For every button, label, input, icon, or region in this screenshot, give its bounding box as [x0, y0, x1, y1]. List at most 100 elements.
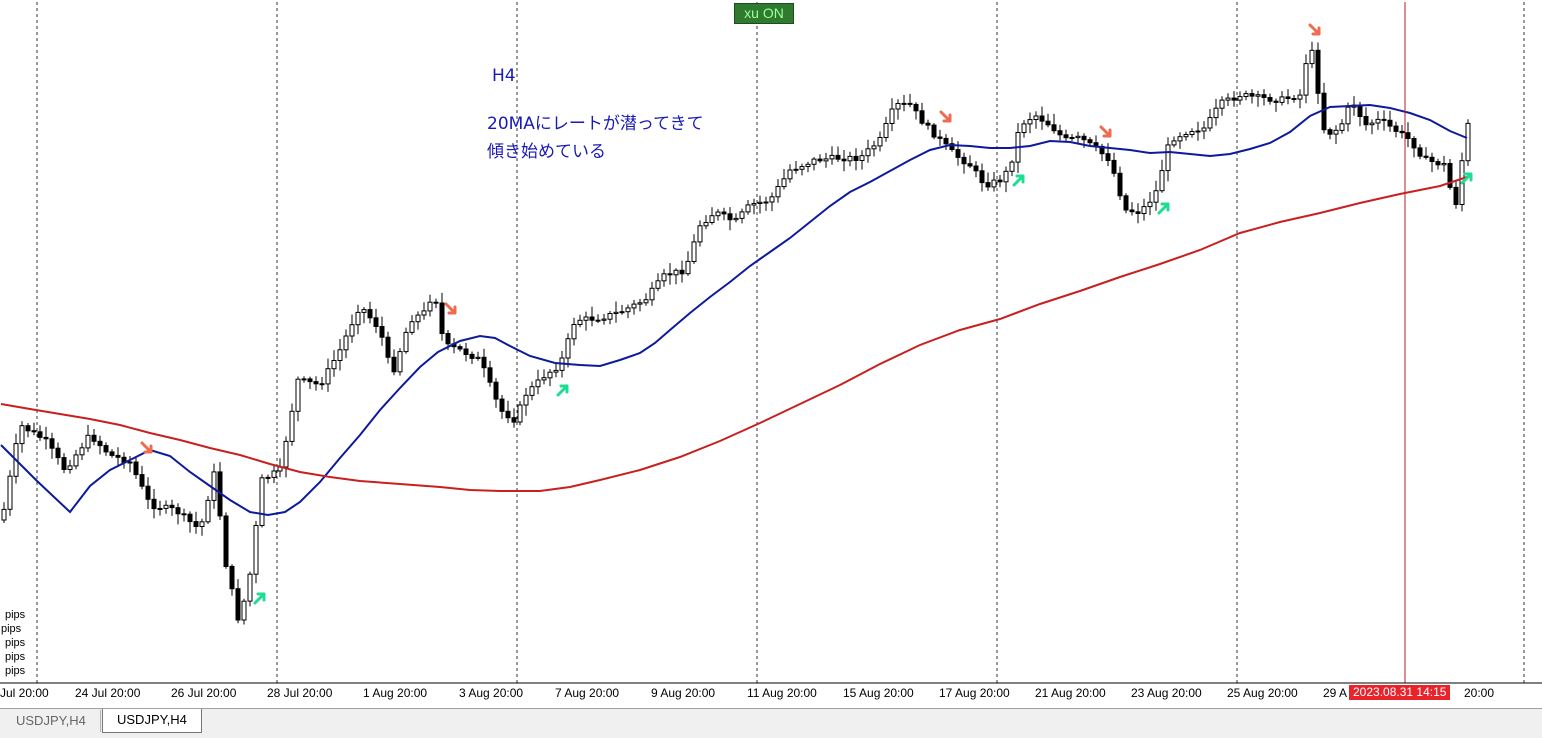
candle	[1297, 89, 1303, 109]
chart-canvas[interactable]	[0, 0, 1542, 708]
candle	[1309, 41, 1315, 69]
candle	[331, 350, 337, 377]
candle	[1231, 91, 1237, 107]
candle-body	[31, 430, 37, 433]
candle-body	[1405, 132, 1411, 139]
xu-status-badge[interactable]: xu ON	[734, 3, 794, 24]
candle-body	[1177, 136, 1183, 142]
candle	[1, 502, 7, 523]
candle-body	[85, 434, 91, 449]
candle-body	[37, 431, 43, 438]
ma-long-line	[0, 176, 1468, 492]
candle	[793, 161, 799, 174]
price-chart[interactable]: xu ON H4 20MAにレートが潜ってきて 傾き始めている pips pip…	[0, 0, 1542, 708]
candle-body	[913, 103, 919, 112]
candle	[1219, 96, 1225, 116]
candle	[997, 175, 1003, 188]
candle	[367, 301, 373, 324]
candle-body	[607, 313, 613, 320]
candle-body	[1045, 120, 1051, 126]
candle-body	[1081, 135, 1087, 141]
candle-body	[1285, 96, 1291, 100]
candle-body	[295, 378, 301, 412]
candle	[847, 151, 853, 167]
candle	[613, 301, 619, 323]
candle-body	[517, 404, 523, 423]
candle	[853, 148, 859, 171]
candle-body	[859, 155, 865, 161]
candle	[1075, 131, 1081, 144]
candle-body	[901, 102, 907, 105]
candle-body	[973, 165, 979, 172]
candle	[1375, 111, 1381, 130]
candle-body	[817, 158, 823, 162]
candle	[343, 329, 349, 359]
candle	[1177, 132, 1183, 149]
candle-body	[673, 269, 679, 276]
candle-body	[943, 137, 949, 145]
candle	[595, 314, 601, 324]
candle-body	[931, 124, 937, 138]
chart-tab-usdjpy-h4[interactable]: USDJPY,H4	[2, 710, 101, 732]
candle	[577, 314, 583, 328]
candle-body	[1303, 63, 1309, 96]
candle	[1447, 159, 1453, 190]
candle	[67, 459, 73, 474]
candle-body	[385, 336, 391, 358]
candle-body	[1465, 122, 1471, 162]
candle	[541, 369, 547, 385]
candle	[1369, 119, 1375, 135]
candle	[1135, 203, 1141, 224]
candle-body	[1075, 135, 1081, 139]
candle	[523, 388, 529, 416]
candle-body	[1243, 93, 1249, 97]
candle-body	[1213, 107, 1219, 119]
candle	[1381, 110, 1387, 131]
candle-body	[313, 381, 319, 385]
pips-label: pips	[1, 623, 22, 635]
candle	[175, 503, 181, 525]
candle-body	[925, 122, 931, 126]
candle-body	[1135, 211, 1141, 215]
candle	[1399, 125, 1405, 139]
candle-body	[1321, 92, 1327, 131]
candle	[403, 327, 409, 354]
candle-body	[853, 155, 859, 161]
candle-body	[391, 356, 397, 373]
candle	[769, 192, 775, 212]
candle-body	[553, 369, 559, 373]
candle	[817, 154, 823, 164]
time-tick-label: 29 A	[1323, 686, 1348, 700]
candle-body	[745, 204, 751, 213]
chart-tab-usdjpy-h4-active[interactable]: USDJPY,H4	[102, 709, 202, 733]
candle-body	[421, 310, 427, 316]
candle-body	[1225, 97, 1231, 101]
candle-body	[1195, 130, 1201, 133]
candle	[193, 511, 199, 534]
candle-body	[187, 513, 193, 523]
candle-body	[739, 211, 745, 219]
candle	[475, 351, 481, 361]
candle-body	[1033, 115, 1039, 120]
candle-body	[619, 311, 625, 314]
candle	[715, 208, 721, 221]
candle-body	[325, 368, 331, 385]
candle-body	[1117, 172, 1123, 197]
candle-body	[73, 454, 79, 467]
candle	[745, 200, 751, 215]
candle	[1141, 198, 1147, 221]
candle	[1465, 119, 1471, 166]
candle	[37, 425, 43, 441]
candle	[1003, 166, 1009, 193]
candle	[655, 273, 661, 292]
candle-body	[1003, 170, 1009, 183]
time-tick-label: 20:00	[1464, 686, 1495, 700]
candle-body	[793, 168, 799, 171]
candle-body	[163, 504, 169, 509]
candle	[1051, 113, 1057, 134]
candle	[781, 169, 787, 190]
candle	[979, 163, 985, 192]
candle-body	[637, 302, 643, 305]
candle	[19, 421, 25, 453]
candle	[589, 306, 595, 327]
